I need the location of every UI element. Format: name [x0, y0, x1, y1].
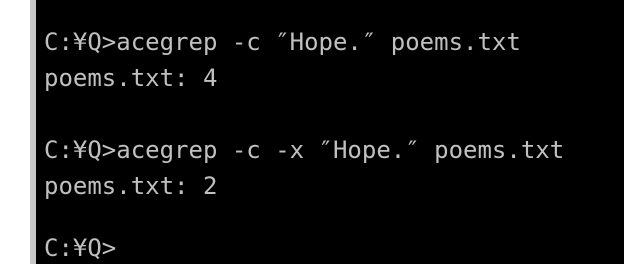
console-prompt[interactable]: C:¥Q> — [44, 230, 116, 264]
console-line-result-2: poems.txt: 2 — [44, 172, 218, 200]
console-line-command-1: C:¥Q>acegrep -c ″Hope.″ poems.txt — [44, 28, 521, 56]
console-line-command-2: C:¥Q>acegrep -c -x ″Hope.″ poems.txt — [44, 136, 565, 164]
console-output-area[interactable]: C:¥Q>acegrep -c ″Hope.″ poems.txt poems.… — [36, 0, 624, 264]
console-line-result-1: poems.txt: 4 — [44, 64, 218, 92]
window-left-margin — [0, 0, 30, 264]
